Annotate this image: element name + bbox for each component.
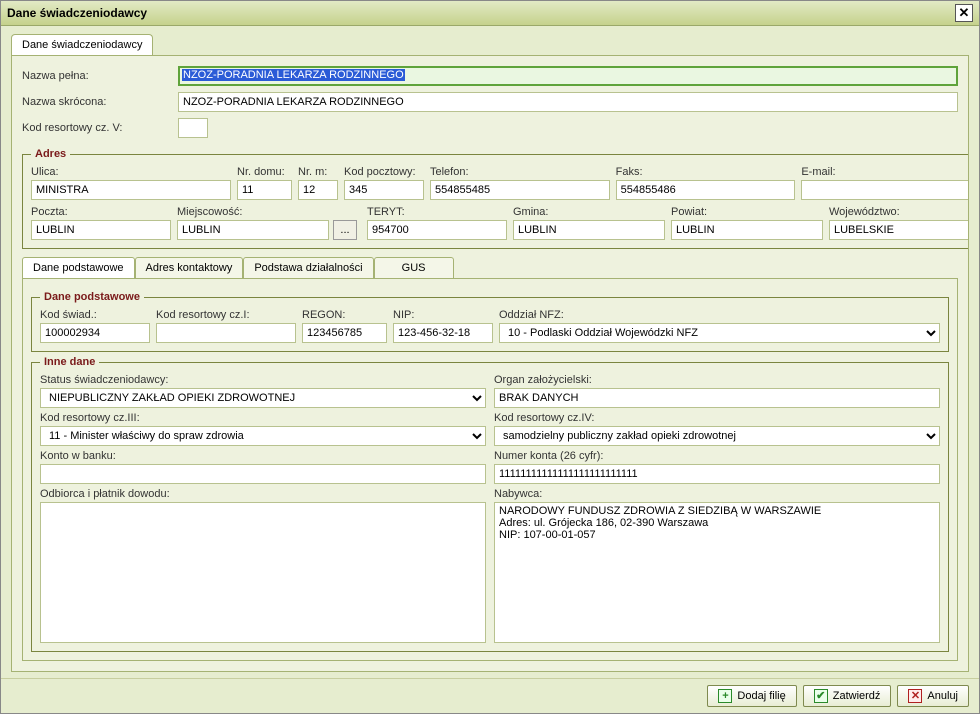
nr-domu-input[interactable] [237, 180, 292, 200]
organ-input[interactable] [494, 388, 940, 408]
tab-gus[interactable]: GUS [374, 257, 454, 278]
dane-podstawowe-legend: Dane podstawowe [40, 291, 144, 303]
nr-m-label: Nr. m: [298, 166, 338, 178]
status-label: Status świadczeniodawcy: [40, 374, 486, 386]
nip-input[interactable] [393, 323, 493, 343]
numer-konta-label: Numer konta (26 cyfr): [494, 450, 940, 462]
powiat-input[interactable] [671, 220, 823, 240]
anuluj-label: Anuluj [927, 690, 958, 702]
nazwa-skrocona-input[interactable] [178, 92, 958, 112]
nr-domu-label: Nr. domu: [237, 166, 292, 178]
status-select[interactable]: NIEPUBLICZNY ZAKŁAD OPIEKI ZDROWOTNEJ [40, 388, 486, 408]
telefon-label: Telefon: [430, 166, 610, 178]
nabywca-textarea[interactable]: NARODOWY FUNDUSZ ZDROWIA Z SIEDZIBĄ W WA… [494, 502, 940, 643]
window-body: Dane świadczeniodawcy Nazwa pełna: NZOZ-… [1, 26, 979, 678]
kod-resort-v-label: Kod resortowy cz. V: [22, 122, 172, 134]
oddzial-nfz-select[interactable]: 10 - Podlaski Oddział Wojewódzki NFZ [499, 323, 940, 343]
x-icon: ✕ [908, 689, 922, 703]
zatwierdz-button[interactable]: ✔ Zatwierdź [803, 685, 892, 707]
organ-label: Organ założycielski: [494, 374, 940, 386]
tab-dane-podstawowe[interactable]: Dane podstawowe [22, 257, 135, 278]
teryt-label: TERYT: [367, 206, 507, 218]
konto-label: Konto w banku: [40, 450, 486, 462]
miejscowosc-browse-button[interactable]: ... [333, 220, 357, 240]
nr-m-input[interactable] [298, 180, 338, 200]
kod-res1-label: Kod resortowy cz.I: [156, 309, 296, 321]
footer: + Dodaj filię ✔ Zatwierdź ✕ Anuluj [1, 678, 979, 713]
telefon-input[interactable] [430, 180, 610, 200]
outer-tabs: Dane świadczeniodawcy [11, 34, 969, 55]
window: Dane świadczeniodawcy ✕ Dane świadczenio… [0, 0, 980, 714]
outer-panel: Nazwa pełna: NZOZ-PORADNIA LEKARZA RODZI… [11, 55, 969, 672]
konto-input[interactable] [40, 464, 486, 484]
inne-dane-legend: Inne dane [40, 356, 99, 368]
gmina-input[interactable] [513, 220, 665, 240]
nip-label: NIP: [393, 309, 493, 321]
tab-podstawa-dzialalnosci[interactable]: Podstawa działalności [243, 257, 373, 278]
kod-res1-input[interactable] [156, 323, 296, 343]
poczta-label: Poczta: [31, 206, 171, 218]
close-icon[interactable]: ✕ [955, 4, 973, 22]
regon-input[interactable] [302, 323, 387, 343]
adres-legend: Adres [31, 148, 70, 160]
kod-pocztowy-label: Kod pocztowy: [344, 166, 424, 178]
numer-konta-input[interactable] [494, 464, 940, 484]
tab-adres-kontaktowy[interactable]: Adres kontaktowy [135, 257, 244, 278]
dodaj-filie-button[interactable]: + Dodaj filię [707, 685, 796, 707]
kod-swiad-label: Kod świad.: [40, 309, 150, 321]
inner-tabs: Dane podstawowe Adres kontaktowy Podstaw… [22, 257, 958, 278]
nazwa-skrocona-label: Nazwa skrócona: [22, 96, 172, 108]
kod-pocztowy-input[interactable] [344, 180, 424, 200]
kod-res3-label: Kod resortowy cz.III: [40, 412, 486, 424]
regon-label: REGON: [302, 309, 387, 321]
adres-group: Adres Ulica: Nr. domu: Nr. m: [22, 148, 969, 249]
miejscowosc-label: Miejscowość: [177, 206, 327, 218]
dodaj-filie-label: Dodaj filię [737, 690, 785, 702]
ulica-label: Ulica: [31, 166, 231, 178]
inne-dane-group: Inne dane Status świadczeniodawcy: NIEPU… [31, 356, 949, 652]
kod-res3-select[interactable]: 11 - Minister właściwy do spraw zdrowia [40, 426, 486, 446]
kod-res4-select[interactable]: samodzielny publiczny zakład opieki zdro… [494, 426, 940, 446]
odbiorca-label: Odbiorca i płatnik dowodu: [40, 488, 486, 500]
email-label: E-mail: [801, 166, 969, 178]
check-icon: ✔ [814, 689, 828, 703]
kod-resort-v-input[interactable] [178, 118, 208, 138]
zatwierdz-label: Zatwierdź [833, 690, 881, 702]
titlebar: Dane świadczeniodawcy ✕ [1, 1, 979, 26]
powiat-label: Powiat: [671, 206, 823, 218]
teryt-input[interactable] [367, 220, 507, 240]
faks-label: Faks: [616, 166, 796, 178]
gmina-label: Gmina: [513, 206, 665, 218]
window-title: Dane świadczeniodawcy [7, 6, 147, 20]
oddzial-nfz-label: Oddział NFZ: [499, 309, 940, 321]
nazwa-pelna-input[interactable] [178, 66, 958, 86]
nazwa-pelna-label: Nazwa pełna: [22, 70, 172, 82]
wojewodztwo-input[interactable] [829, 220, 969, 240]
email-input[interactable] [801, 180, 969, 200]
ulica-input[interactable] [31, 180, 231, 200]
miejscowosc-input[interactable] [177, 220, 329, 240]
wojewodztwo-label: Województwo: [829, 206, 969, 218]
odbiorca-textarea[interactable] [40, 502, 486, 643]
kod-res4-label: Kod resortowy cz.IV: [494, 412, 940, 424]
plus-icon: + [718, 689, 732, 703]
anuluj-button[interactable]: ✕ Anuluj [897, 685, 969, 707]
nabywca-label: Nabywca: [494, 488, 940, 500]
inner-panel: Dane podstawowe Kod świad.: Kod resortow… [22, 278, 958, 661]
poczta-input[interactable] [31, 220, 171, 240]
faks-input[interactable] [616, 180, 796, 200]
kod-swiad-input[interactable] [40, 323, 150, 343]
dane-podstawowe-group: Dane podstawowe Kod świad.: Kod resortow… [31, 291, 949, 352]
tab-dane-swiadczeniodawcy[interactable]: Dane świadczeniodawcy [11, 34, 153, 55]
